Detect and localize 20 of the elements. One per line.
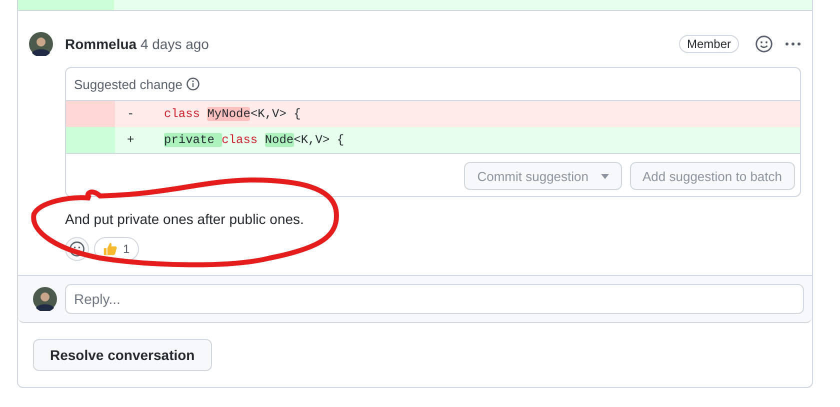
diff-marker: - (126, 107, 136, 121)
line-number-gutter (66, 101, 115, 127)
more-options-icon[interactable] (785, 42, 801, 46)
comment-meta: Rommelua 4 days ago (65, 36, 209, 52)
smiley-icon (69, 241, 85, 257)
reply-field[interactable]: Reply... (65, 284, 804, 314)
resolve-conversation-button[interactable]: Resolve conversation (33, 339, 212, 371)
comment-body: And put private ones after public ones. (65, 211, 305, 227)
caret-icon (600, 174, 608, 178)
diff-marker: + (126, 133, 136, 147)
smiley-icon[interactable] (755, 35, 773, 53)
thumbs-up-icon (103, 242, 117, 256)
avatar-icon (29, 32, 53, 56)
code-line: class MyNode<K,V> { (163, 107, 301, 121)
avatar-icon (33, 287, 57, 311)
line-number-gutter (66, 127, 115, 153)
info-icon[interactable] (186, 77, 200, 91)
suggestion-title: Suggested change (74, 76, 182, 92)
code-line: private class Node<K,V> { (163, 133, 344, 147)
member-badge: Member (678, 35, 739, 53)
